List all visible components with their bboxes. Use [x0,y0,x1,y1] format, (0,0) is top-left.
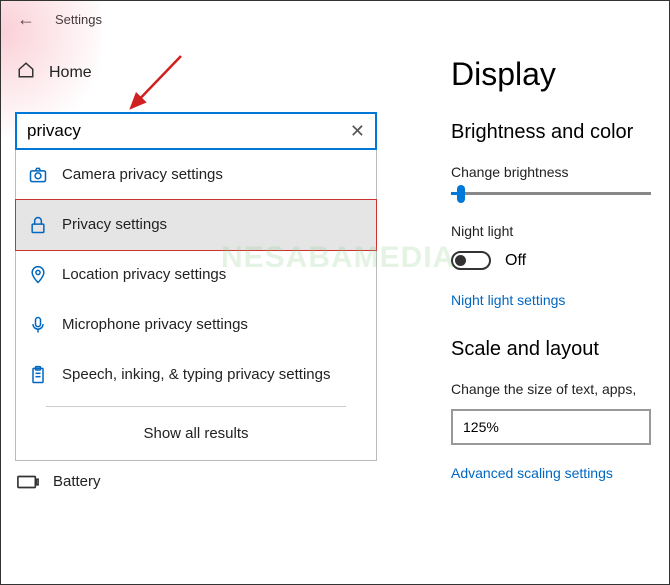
home-nav[interactable]: Home [15,41,377,112]
night-light-toggle[interactable] [451,251,491,270]
home-label: Home [49,64,92,82]
suggestion-camera[interactable]: Camera privacy settings [16,150,376,200]
section-brightness: Brightness and color [451,121,670,144]
brightness-slider[interactable] [451,192,651,195]
back-arrow-icon[interactable]: ← [17,9,35,30]
advanced-scaling-link[interactable]: Advanced scaling settings [451,465,670,481]
scale-label: Change the size of text, apps, [451,381,670,397]
camera-icon [28,165,48,185]
suggestion-privacy[interactable]: Privacy settings [16,200,376,250]
suggestion-label: Camera privacy settings [62,165,223,185]
clipboard-icon [28,365,48,385]
scale-dropdown[interactable]: 125% [451,409,651,445]
suggestion-speech-inking[interactable]: Speech, inking, & typing privacy setting… [16,350,376,400]
home-icon [17,61,35,84]
search-box[interactable]: ✕ [15,112,377,150]
suggestion-label: Location privacy settings [62,265,226,285]
night-light-settings-link[interactable]: Night light settings [451,292,670,308]
page-heading: Display [451,56,670,93]
show-all-results[interactable]: Show all results [16,407,376,460]
suggestion-label: Speech, inking, & typing privacy setting… [62,365,330,385]
location-icon [28,265,48,285]
suggestion-microphone[interactable]: Microphone privacy settings [16,300,376,350]
suggestion-label: Microphone privacy settings [62,315,248,335]
brightness-label: Change brightness [451,164,670,180]
window-title: Settings [55,12,102,27]
microphone-icon [28,315,48,335]
night-light-state: Off [505,252,526,270]
suggestion-location[interactable]: Location privacy settings [16,250,376,300]
search-input[interactable] [27,114,350,148]
section-scale: Scale and layout [451,338,670,361]
battery-label: Battery [53,473,101,490]
battery-nav[interactable]: Battery [15,461,377,502]
battery-icon [17,475,39,489]
search-suggestions: Camera privacy settings Privacy settings… [15,150,377,461]
suggestion-label: Privacy settings [62,215,167,235]
night-light-label: Night light [451,223,670,239]
clear-icon[interactable]: ✕ [350,121,365,142]
lock-icon [28,215,48,235]
slider-thumb[interactable] [457,185,465,203]
